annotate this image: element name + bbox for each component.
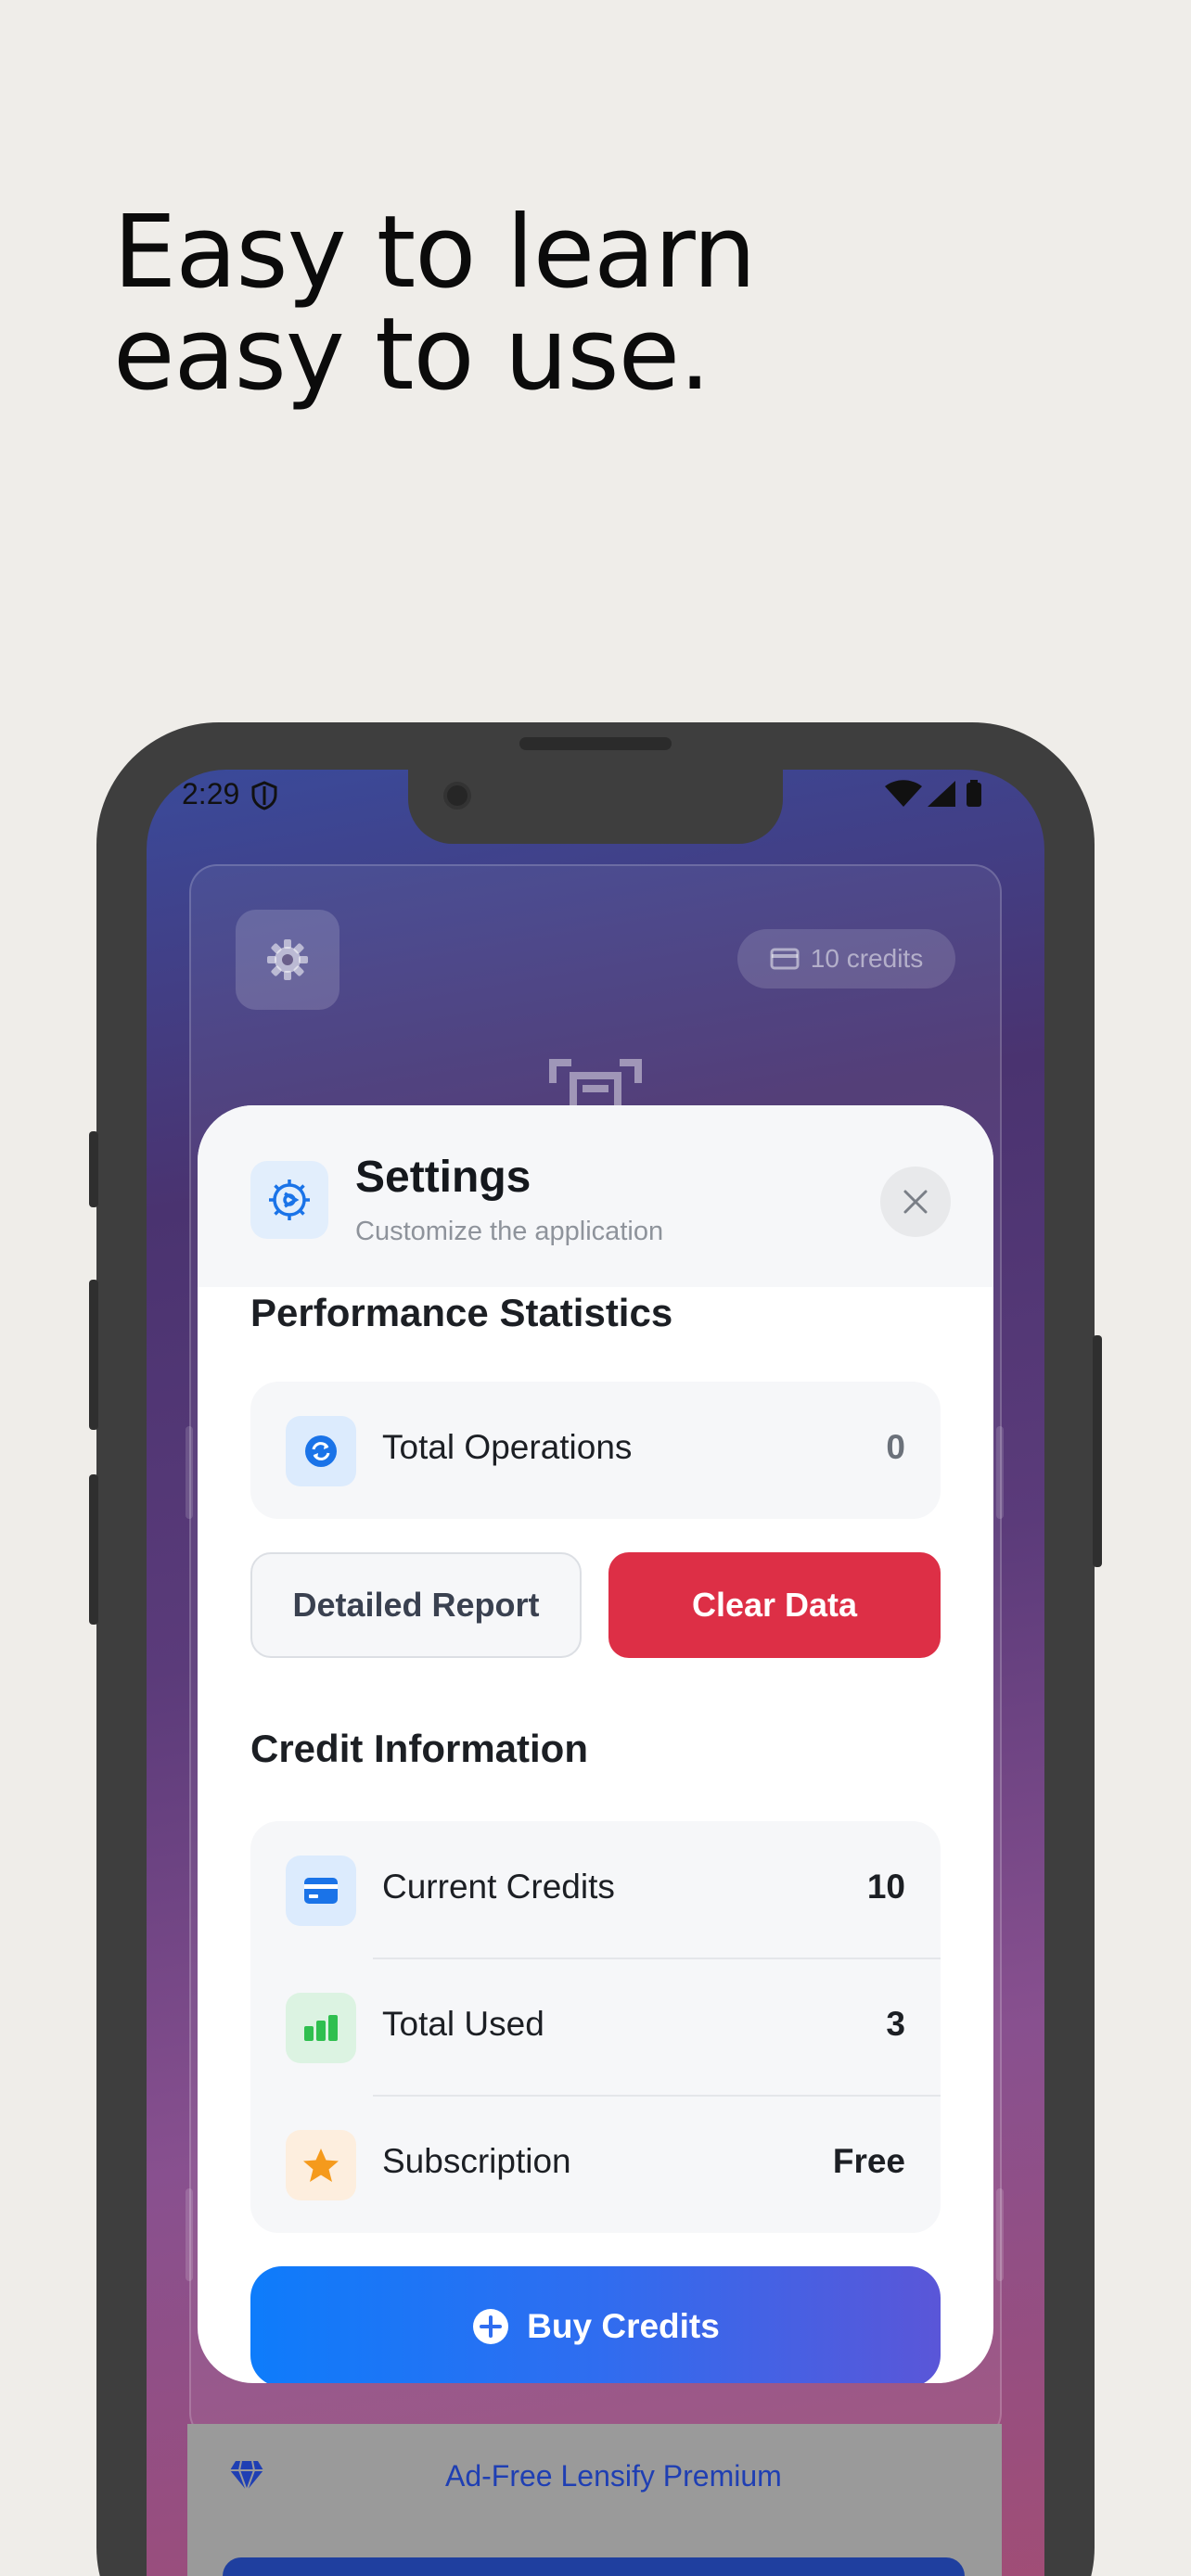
credit-card: Current Credits 10 Total Used 3 Subscrip… bbox=[250, 1821, 941, 2233]
list-item: Subscription Free bbox=[250, 2096, 941, 2233]
wifi-icon bbox=[885, 780, 922, 807]
row-value: 0 bbox=[886, 1428, 905, 1466]
phone-power-button bbox=[1093, 1335, 1102, 1567]
marketing-headline: Easy to learn easy to use. bbox=[113, 195, 756, 413]
settings-subtitle: Customize the application bbox=[355, 1217, 664, 1246]
row-label: Total Operations bbox=[382, 1428, 633, 1466]
front-camera bbox=[443, 782, 471, 810]
premium-label: Ad-Free Lensify Premium bbox=[445, 2459, 782, 2493]
detailed-report-button[interactable]: Detailed Report bbox=[250, 1552, 582, 1658]
phone-volume-up bbox=[89, 1280, 98, 1430]
scan-document-icon bbox=[547, 1055, 644, 1116]
app-settings-button[interactable] bbox=[236, 910, 339, 1010]
signal-icon bbox=[928, 781, 955, 807]
premium-banner[interactable] bbox=[187, 2424, 1002, 2576]
settings-title: Settings bbox=[355, 1153, 531, 1202]
battery-icon bbox=[967, 780, 981, 807]
performance-card: Total Operations 0 bbox=[250, 1382, 941, 1519]
buy-credits-button[interactable]: Buy Credits bbox=[250, 2266, 941, 2383]
credits-badge-label: 10 credits bbox=[810, 944, 924, 973]
close-button[interactable] bbox=[880, 1167, 951, 1237]
row-value: 10 bbox=[866, 1868, 905, 1906]
performance-section-title: Performance Statistics bbox=[250, 1291, 673, 1334]
background-card-edge bbox=[186, 2188, 193, 2281]
buy-credits-label: Buy Credits bbox=[527, 2307, 720, 2345]
background-card-edge bbox=[996, 1426, 1004, 1519]
row-label: Total Used bbox=[382, 2005, 544, 2043]
list-item: Total Used 3 bbox=[250, 1958, 941, 2096]
row-label: Subscription bbox=[382, 2142, 571, 2180]
background-card-edge bbox=[186, 1426, 193, 1519]
background-card-edge bbox=[996, 2188, 1004, 2281]
credit-card-icon bbox=[286, 1855, 356, 1926]
credits-badge[interactable]: 10 credits bbox=[737, 929, 955, 988]
refresh-icon bbox=[286, 1416, 356, 1486]
clear-data-button[interactable]: Clear Data bbox=[608, 1552, 941, 1658]
row-value: 3 bbox=[886, 2005, 905, 2043]
settings-sheet: Settings Customize the application Perfo… bbox=[198, 1105, 993, 2383]
settings-header: Settings Customize the application bbox=[198, 1105, 993, 1287]
status-icons bbox=[883, 779, 985, 815]
list-item: Total Operations 0 bbox=[250, 1382, 941, 1519]
gear-icon bbox=[267, 939, 308, 980]
row-value: Free bbox=[832, 2142, 905, 2180]
phone-volume-down bbox=[89, 1474, 98, 1625]
phone-side-button bbox=[89, 1131, 98, 1207]
status-time: 2:29 bbox=[182, 777, 240, 810]
close-icon bbox=[903, 1190, 928, 1214]
shield-icon bbox=[250, 781, 278, 815]
premium-button[interactable] bbox=[223, 2557, 965, 2576]
plus-circle-icon bbox=[473, 2309, 509, 2344]
credit-card-icon bbox=[770, 948, 800, 970]
list-item: Current Credits 10 bbox=[250, 1821, 941, 1958]
credit-section-title: Credit Information bbox=[250, 1727, 588, 1770]
headline-line-2: easy to use. bbox=[113, 297, 711, 413]
bar-chart-icon bbox=[286, 1993, 356, 2063]
star-icon bbox=[286, 2130, 356, 2200]
row-label: Current Credits bbox=[382, 1868, 615, 1906]
headline-line-1: Easy to learn bbox=[113, 195, 756, 311]
settings-icon bbox=[250, 1161, 328, 1239]
phone-speaker bbox=[519, 737, 672, 750]
diamond-icon bbox=[228, 2459, 265, 2497]
